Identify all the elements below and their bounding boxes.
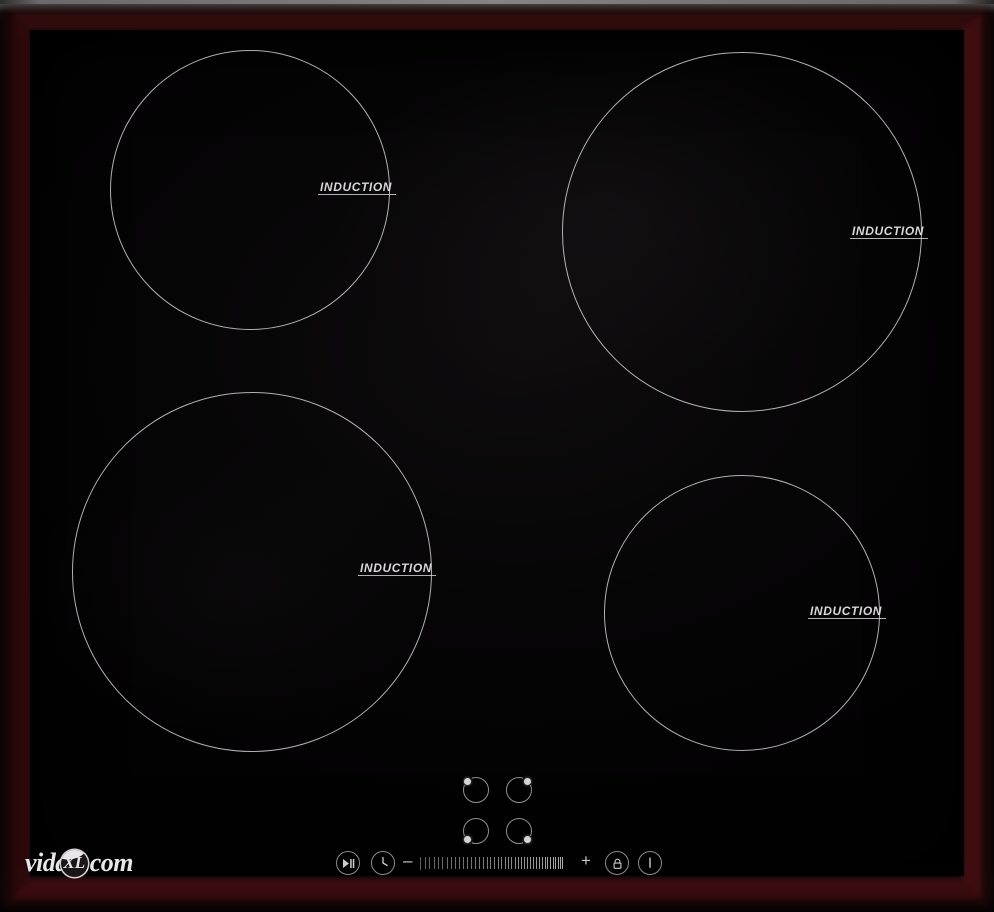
- slider-tick: [501, 856, 503, 870]
- slider-tick: [467, 856, 469, 870]
- slider-tick: [433, 856, 435, 870]
- zone-bottom-left-label-underline: [358, 575, 436, 577]
- clock-timer-icon: [371, 851, 395, 875]
- lock-icon: [605, 851, 629, 875]
- slider-tick: [508, 856, 510, 870]
- slider-tick: [424, 856, 426, 870]
- selector-indicator-dot: [464, 778, 471, 785]
- slider-tick: [527, 857, 529, 869]
- padlock-glyph: [613, 858, 621, 869]
- slider-tick: [559, 857, 561, 869]
- clock-glyph: [382, 856, 388, 867]
- brand-badge-label: XL: [63, 852, 86, 872]
- brand-name-part2: .com: [83, 848, 134, 877]
- slider-tick: [459, 856, 461, 870]
- selector-indicator-dot: [524, 778, 531, 785]
- slider-tick: [429, 856, 431, 870]
- slider-tick: [539, 857, 541, 869]
- slider-tick: [490, 856, 492, 870]
- slider-tick: [483, 856, 484, 870]
- pause-button[interactable]: [336, 851, 360, 875]
- zone-selector-front-right[interactable]: [506, 818, 532, 845]
- zone-top-left-label: INDUCTION: [320, 180, 393, 194]
- minus-icon: –: [403, 851, 413, 870]
- slider-tick: [486, 856, 488, 870]
- zone-bottom-left-label: INDUCTION: [360, 561, 433, 575]
- slider-tick: [533, 857, 535, 869]
- zone-top-right-label: INDUCTION: [852, 224, 925, 238]
- induction-hob-product-image: INDUCTION INDUCTION INDUCTION INDUCTION: [0, 0, 994, 912]
- zone-selector-rear-right[interactable]: [506, 776, 532, 803]
- slider-tick: [557, 857, 559, 869]
- slider-tick: [463, 856, 465, 870]
- selector-indicator-dot: [524, 836, 531, 843]
- slider-tick: [544, 857, 546, 869]
- zone-selector-rear-left[interactable]: [463, 818, 489, 845]
- brand-logo: vida XL .com: [25, 846, 134, 880]
- slider-tick: [530, 857, 532, 869]
- increase-power-button[interactable]: +: [581, 852, 591, 869]
- decrease-power-button[interactable]: –: [403, 852, 412, 869]
- timer-button[interactable]: [371, 851, 395, 875]
- slider-tick: [562, 857, 564, 869]
- power-icon: [638, 851, 662, 875]
- brand-badge: XL: [60, 849, 88, 877]
- slider-tick: [450, 856, 452, 870]
- slider-tick: [479, 856, 481, 870]
- zone-selector-front-left[interactable]: [463, 776, 489, 803]
- slider-tick: [471, 856, 473, 870]
- slider-tick: [521, 856, 523, 870]
- slider-tick: [541, 857, 543, 869]
- power-button[interactable]: [638, 851, 662, 875]
- slider-tick: [438, 856, 440, 870]
- slider-tick: [475, 856, 477, 870]
- slider-tick: [442, 856, 444, 870]
- slider-tick: [517, 856, 519, 870]
- zone-top-left-label-underline: [318, 194, 396, 196]
- zone-bottom-right-label-underline: [808, 618, 886, 620]
- slider-tick: [514, 856, 516, 870]
- slider-tick: [446, 856, 448, 870]
- child-lock-button[interactable]: [605, 851, 629, 875]
- plus-icon: +: [581, 851, 591, 870]
- selector-indicator-dot: [464, 836, 471, 843]
- slider-tick: [497, 856, 499, 870]
- power-glyph: [649, 857, 651, 868]
- slider-tick: [536, 857, 538, 869]
- zone-top-right-label-underline: [850, 238, 928, 240]
- slider-tick: [494, 856, 496, 870]
- slider-tick: [455, 856, 457, 870]
- slider-tick: [511, 856, 513, 870]
- slider-tick: [552, 857, 554, 869]
- play-pause-glyph: [342, 858, 354, 868]
- slider-tick: [555, 857, 557, 869]
- slider-tick: [549, 857, 551, 869]
- play-pause-icon: [336, 851, 360, 875]
- zone-bottom-right-label: INDUCTION: [810, 604, 883, 618]
- slider-tick: [524, 857, 526, 869]
- slider-tick: [420, 856, 421, 870]
- slider-tick: [547, 857, 549, 869]
- power-level-slider[interactable]: [420, 854, 574, 872]
- glass-edge-highlight-soft: [0, 4, 994, 13]
- slider-tick: [504, 856, 506, 870]
